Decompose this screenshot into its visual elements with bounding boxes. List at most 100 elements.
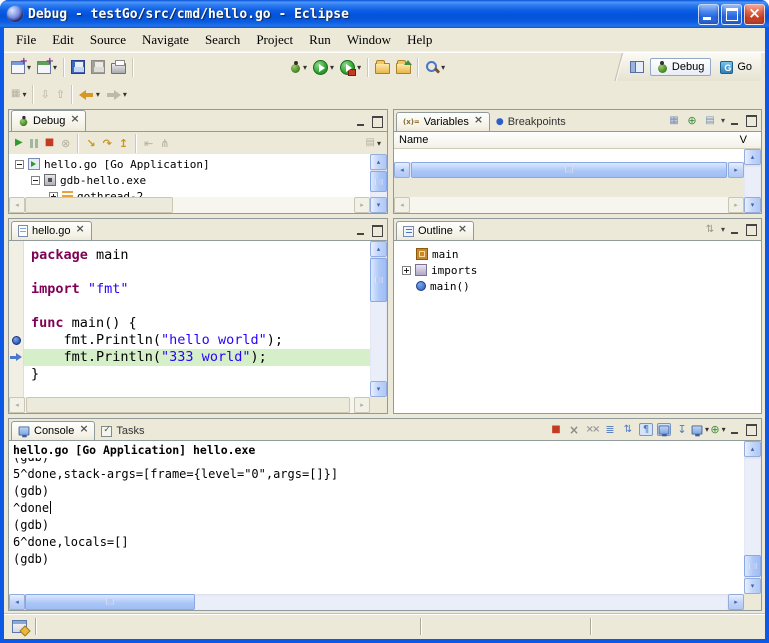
save-button[interactable] (68, 56, 88, 78)
close-view-icon[interactable] (69, 116, 79, 126)
scroll-down-icon[interactable] (370, 197, 387, 213)
display-selected-console-button[interactable] (693, 423, 707, 436)
menu-file[interactable]: File (8, 29, 44, 51)
minimize-view-icon[interactable] (729, 424, 741, 435)
scroll-left-icon[interactable] (9, 594, 25, 610)
step-over-button[interactable] (100, 132, 115, 154)
close-view-icon[interactable] (473, 117, 483, 127)
variables-vscrollbar[interactable] (744, 149, 761, 213)
menu-source[interactable]: Source (82, 29, 134, 51)
scroll-up-icon[interactable] (744, 149, 761, 165)
external-tools-button[interactable] (337, 56, 364, 78)
previous-annotation-button[interactable] (53, 83, 68, 105)
tab-hello-go[interactable]: hello.go (11, 221, 92, 240)
scroll-left-icon[interactable] (394, 162, 410, 178)
code-line[interactable] (31, 298, 370, 315)
close-button[interactable] (744, 4, 765, 25)
scroll-up-icon[interactable] (370, 241, 387, 257)
code-line[interactable]: fmt.Println("hello world"); (31, 332, 370, 349)
debug-perspective-button[interactable]: Debug (650, 58, 711, 76)
add-watch-icon[interactable] (685, 114, 699, 127)
tab-outline[interactable]: Outline (396, 221, 474, 240)
collapse-toggle-icon[interactable] (15, 160, 24, 169)
disconnect-button[interactable] (58, 132, 73, 154)
console-hscrollbar[interactable] (9, 594, 744, 610)
maximize-view-icon[interactable] (745, 115, 757, 126)
outline-item-imports[interactable]: imports (398, 262, 761, 278)
close-view-icon[interactable] (78, 426, 88, 436)
open-console-button[interactable] (711, 423, 725, 436)
code-line-current[interactable]: fmt.Println("333 world"); (24, 349, 370, 366)
code-line[interactable]: func main() { (31, 315, 370, 332)
new-wizard-button[interactable] (8, 56, 34, 78)
tab-breakpoints[interactable]: Breakpoints (490, 113, 572, 131)
minimize-button[interactable] (698, 4, 719, 25)
menu-help[interactable]: Help (399, 29, 440, 51)
step-into-button[interactable] (83, 132, 98, 154)
scroll-left-icon[interactable] (394, 197, 410, 213)
print-button[interactable] (108, 56, 129, 78)
step-return-button[interactable] (116, 132, 131, 154)
scroll-right-icon[interactable] (354, 397, 370, 413)
variables-hscrollbar[interactable] (394, 162, 744, 178)
scroll-down-icon[interactable] (370, 381, 387, 397)
go-perspective-button[interactable]: Go (714, 59, 758, 76)
minimize-view-icon[interactable] (355, 225, 367, 236)
tab-variables[interactable]: Variables (396, 112, 490, 131)
outline-item-main-func[interactable]: main() (398, 278, 761, 294)
variables-table[interactable] (394, 149, 744, 162)
scroll-left-icon[interactable] (9, 397, 25, 413)
clear-console-button[interactable] (603, 423, 617, 436)
debug-tree-item-launch[interactable]: hello.go [Go Application] (9, 156, 370, 172)
open-perspective-button[interactable] (627, 56, 647, 78)
debug-tree-item-process[interactable]: gdb-hello.exe (9, 172, 370, 188)
editor-vscrollbar[interactable] (370, 241, 387, 397)
titlebar[interactable]: Debug - testGo/src/cmd/hello.go - Eclips… (0, 0, 769, 28)
word-wrap-button[interactable] (639, 423, 653, 436)
maximize-view-icon[interactable] (371, 116, 383, 127)
scroll-down-icon[interactable] (744, 578, 761, 594)
show-console-on-output-button[interactable] (657, 423, 671, 436)
remove-launch-button[interactable] (567, 423, 581, 436)
tab-debug[interactable]: Debug (11, 110, 86, 131)
minimize-view-icon[interactable] (355, 116, 367, 127)
remove-all-launches-button[interactable] (585, 423, 599, 436)
save-all-button[interactable] (88, 56, 108, 78)
menu-run[interactable]: Run (301, 29, 339, 51)
scroll-lock-button[interactable] (621, 423, 635, 436)
close-editor-icon[interactable] (75, 226, 85, 236)
menu-project[interactable]: Project (248, 29, 301, 51)
breakpoint-icon[interactable] (12, 336, 21, 345)
maximize-view-icon[interactable] (745, 424, 757, 435)
next-annotation-button[interactable] (37, 83, 52, 105)
code-line[interactable]: package main (31, 247, 370, 264)
scroll-left-icon[interactable] (9, 197, 25, 213)
terminate-button[interactable] (549, 423, 563, 436)
code-editor[interactable]: package main import "fmt" func main() { … (24, 241, 370, 397)
variables-column-header[interactable]: Name V (394, 132, 761, 149)
menu-edit[interactable]: Edit (44, 29, 82, 51)
back-button[interactable] (76, 83, 103, 105)
suspend-button[interactable] (27, 132, 41, 154)
debug-vscrollbar[interactable] (370, 154, 387, 213)
scroll-right-icon[interactable] (354, 197, 370, 213)
scroll-up-icon[interactable] (370, 154, 387, 170)
new-go-element-button[interactable] (34, 56, 60, 78)
view-menu-icon[interactable] (721, 116, 725, 125)
drop-to-frame-button[interactable] (141, 132, 156, 154)
maximize-view-icon[interactable] (371, 225, 383, 236)
debug-launch-button[interactable] (287, 56, 310, 78)
terminate-button[interactable] (42, 132, 57, 154)
view-management-button[interactable] (363, 132, 384, 154)
layout-icon[interactable] (703, 114, 717, 127)
detail-hscrollbar[interactable] (394, 197, 744, 213)
tab-console[interactable]: Console (11, 421, 95, 440)
editor-marker-bar[interactable] (9, 241, 24, 397)
run-launch-button[interactable] (310, 56, 337, 78)
pin-console-button[interactable] (675, 423, 689, 436)
scroll-down-icon[interactable] (744, 197, 761, 213)
menu-window[interactable]: Window (339, 29, 399, 51)
minimize-view-icon[interactable] (729, 115, 741, 126)
scroll-right-icon[interactable] (728, 162, 744, 178)
debug-tree-item-thread[interactable]: gothread-2 (9, 188, 370, 197)
